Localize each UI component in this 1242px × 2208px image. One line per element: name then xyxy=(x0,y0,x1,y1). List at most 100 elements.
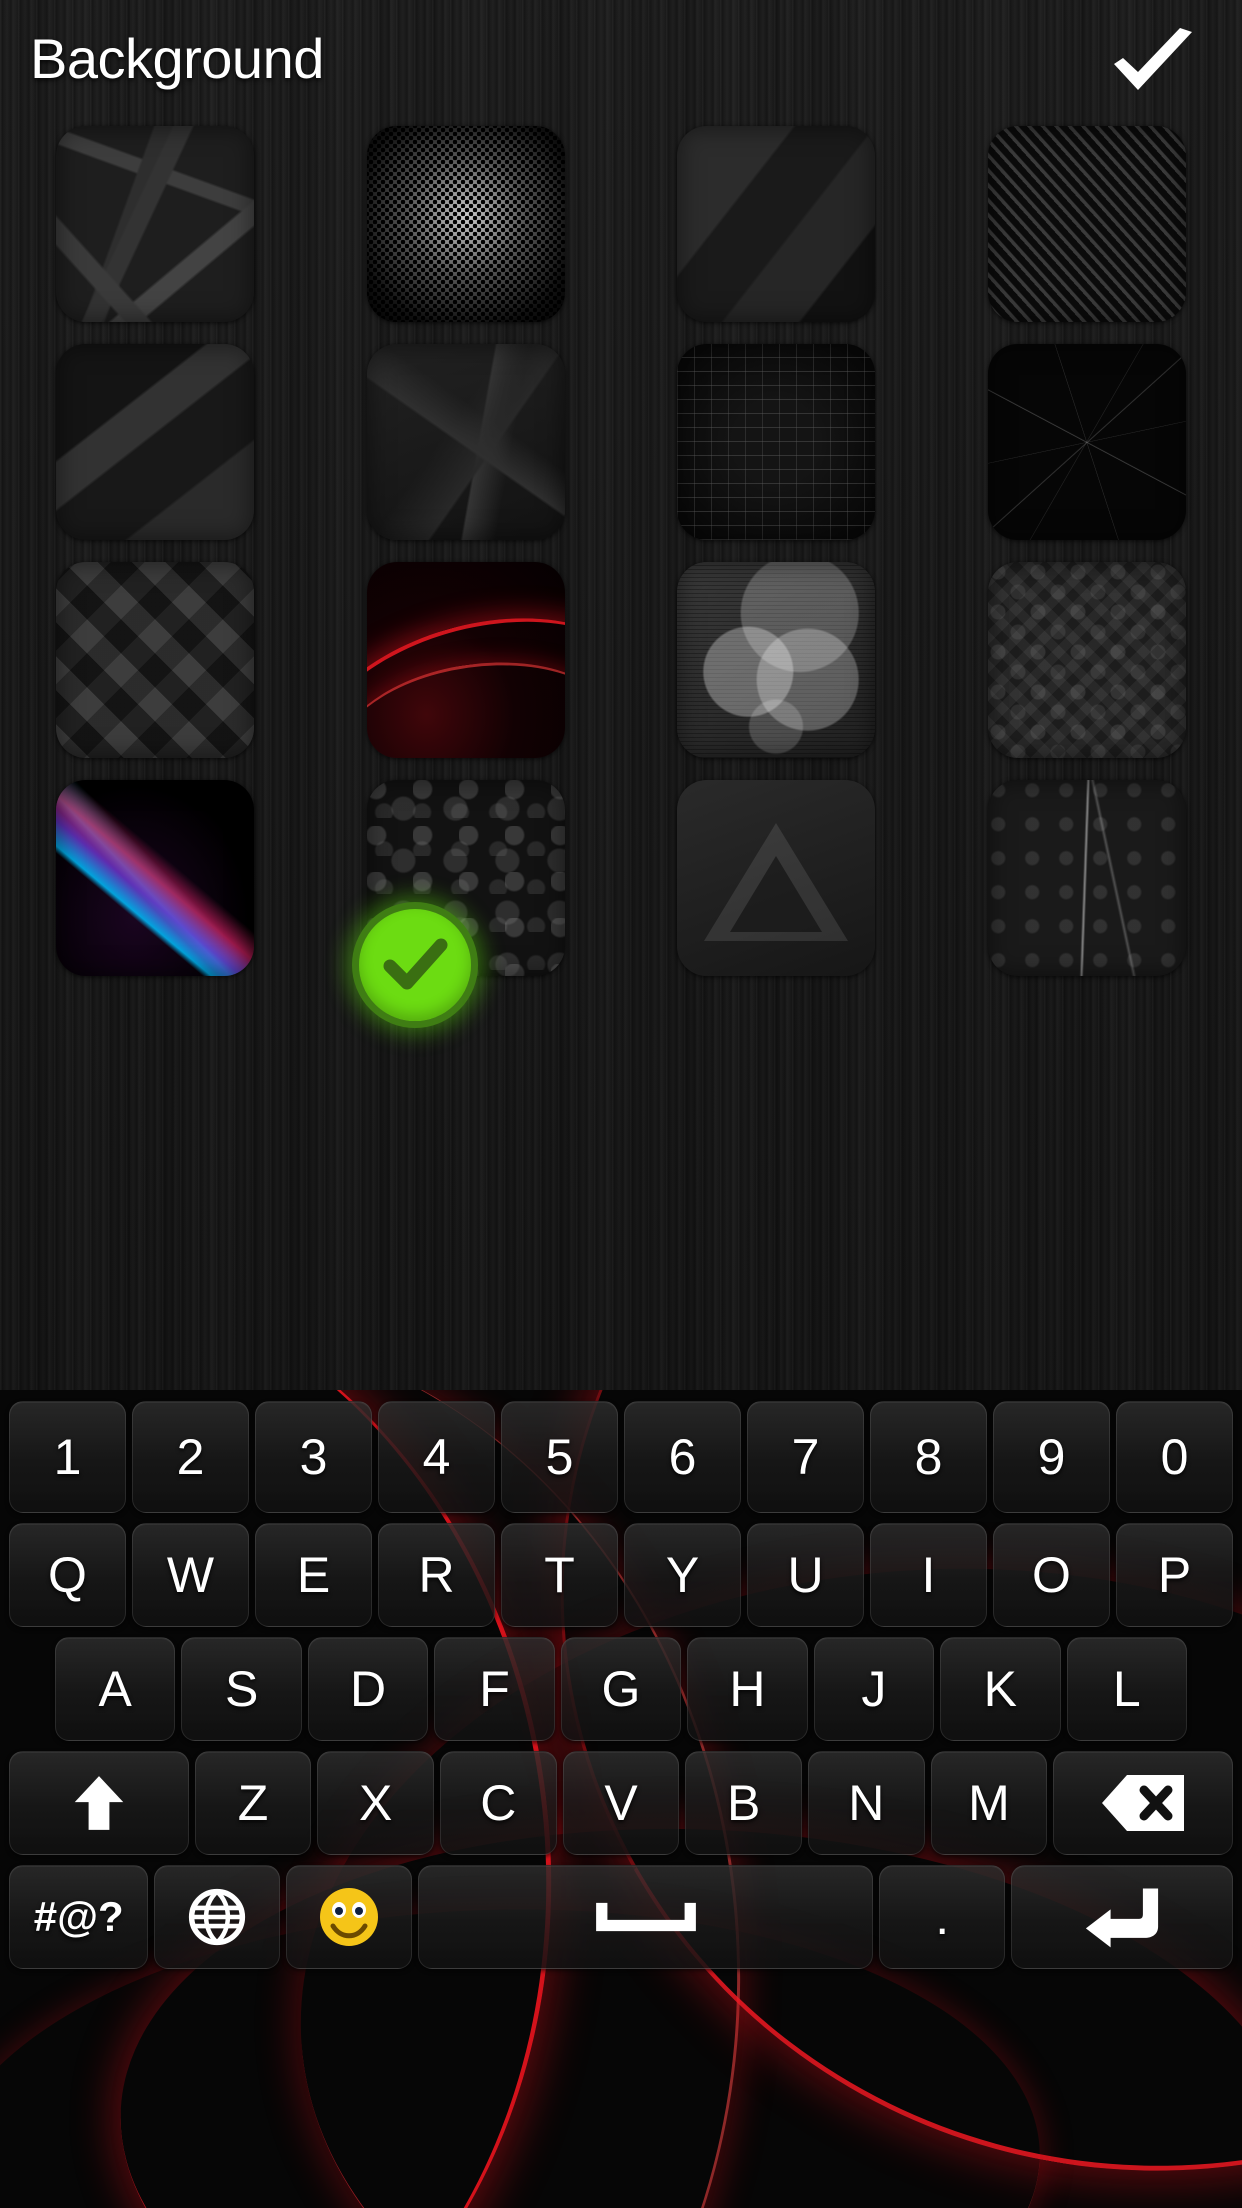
wallpaper-thumb-damask-diamond[interactable] xyxy=(987,562,1186,758)
key-period[interactable]: . xyxy=(879,1865,1006,1969)
wallpaper-cell[interactable] xyxy=(621,126,932,344)
wallpaper-cell[interactable] xyxy=(932,344,1242,562)
key-t[interactable]: T xyxy=(501,1523,618,1627)
key-3[interactable]: 3 xyxy=(255,1401,372,1513)
key-l-label: L xyxy=(1112,1661,1141,1717)
key-5-label: 5 xyxy=(545,1429,574,1485)
wallpaper-thumb-folded-paper[interactable] xyxy=(677,126,876,322)
key-y-label: Y xyxy=(665,1547,700,1603)
key-g[interactable]: G xyxy=(560,1637,682,1741)
wallpaper-cell[interactable] xyxy=(932,126,1242,344)
wallpaper-cell[interactable] xyxy=(621,344,932,562)
key-x-label: X xyxy=(359,1775,393,1831)
wallpaper-thumb-triangle-facets[interactable] xyxy=(56,562,255,758)
wallpaper-grid xyxy=(0,126,1242,1376)
key-r[interactable]: R xyxy=(378,1523,495,1627)
key-9[interactable]: 9 xyxy=(993,1401,1110,1513)
key-4-label: 4 xyxy=(422,1429,451,1485)
key-v-label: V xyxy=(604,1775,638,1831)
space-bar-icon xyxy=(595,1902,696,1932)
wallpaper-thumb-red-light-waves[interactable] xyxy=(366,562,565,758)
key-z[interactable]: Z xyxy=(194,1751,312,1855)
wallpaper-thumb-wire-web[interactable] xyxy=(987,344,1186,540)
key-7[interactable]: 7 xyxy=(747,1401,864,1513)
wallpaper-cell[interactable] xyxy=(932,562,1242,780)
key-i-label: I xyxy=(921,1547,936,1603)
key-e[interactable]: E xyxy=(255,1523,372,1627)
smiley-icon xyxy=(319,1888,378,1946)
wallpaper-thumb-diagonal-stripes[interactable] xyxy=(987,126,1186,322)
backspace-icon xyxy=(1102,1775,1185,1831)
key-n[interactable]: N xyxy=(808,1751,925,1855)
wallpaper-cell[interactable] xyxy=(0,562,311,780)
wallpaper-cell[interactable] xyxy=(621,780,932,998)
key-c[interactable]: C xyxy=(440,1751,557,1855)
wallpaper-thumb-dotted-mesh[interactable] xyxy=(366,126,565,322)
key-u[interactable]: U xyxy=(747,1523,864,1627)
wallpaper-thumb-slanted-planes[interactable] xyxy=(56,344,255,540)
key-m-label: M xyxy=(968,1775,1010,1831)
key-d[interactable]: D xyxy=(307,1637,429,1741)
key-l[interactable]: L xyxy=(1066,1637,1187,1741)
key-n-label: N xyxy=(848,1775,885,1831)
key-5[interactable]: 5 xyxy=(501,1401,618,1513)
key-s[interactable]: S xyxy=(181,1637,302,1741)
key-enter[interactable] xyxy=(1011,1865,1234,1969)
check-icon[interactable] xyxy=(1108,28,1198,100)
key-x[interactable]: X xyxy=(317,1751,435,1855)
wallpaper-cell[interactable] xyxy=(311,562,622,780)
wallpaper-thumb-bokeh-circles[interactable] xyxy=(677,562,876,758)
key-d-label: D xyxy=(350,1661,387,1717)
key-c-label: C xyxy=(480,1775,517,1831)
key-6[interactable]: 6 xyxy=(624,1401,741,1513)
wallpaper-cell[interactable] xyxy=(932,780,1242,998)
key-k[interactable]: K xyxy=(940,1637,1061,1741)
home-row: ASDFGHJK L xyxy=(0,1632,1242,1746)
header-bar: Background xyxy=(0,0,1242,118)
key-h[interactable]: H xyxy=(687,1637,808,1741)
key-y[interactable]: Y xyxy=(624,1523,741,1627)
qwerty-row: QWERTYU I O P xyxy=(0,1518,1242,1632)
key-r-label: R xyxy=(418,1547,455,1603)
key-space[interactable] xyxy=(417,1865,874,1969)
wallpaper-thumb-low-poly-crystal[interactable] xyxy=(366,344,565,540)
key-p-label: P xyxy=(1157,1547,1192,1603)
key-k-label: K xyxy=(983,1661,1017,1717)
key-shift[interactable] xyxy=(9,1751,189,1855)
key-f[interactable]: F xyxy=(434,1637,555,1741)
wallpaper-thumb-neon-ribbon[interactable] xyxy=(56,780,255,976)
key-symbols[interactable]: #@? xyxy=(9,1865,149,1969)
key-j[interactable]: J xyxy=(813,1637,935,1741)
key-0-label: 0 xyxy=(1160,1429,1189,1485)
wallpaper-cell[interactable] xyxy=(621,562,932,780)
key-a[interactable]: A xyxy=(55,1637,176,1741)
wallpaper-cell[interactable] xyxy=(311,344,622,562)
key-m[interactable]: M xyxy=(930,1751,1048,1855)
key-i[interactable]: I xyxy=(870,1523,987,1627)
key-8[interactable]: 8 xyxy=(870,1401,987,1513)
key-2[interactable]: 2 xyxy=(132,1401,249,1513)
key-backspace[interactable] xyxy=(1053,1751,1234,1855)
key-v[interactable]: V xyxy=(562,1751,680,1855)
wallpaper-cell[interactable] xyxy=(311,126,622,344)
key-o[interactable]: O xyxy=(993,1523,1110,1627)
key-0[interactable]: 0 xyxy=(1116,1401,1233,1513)
key-6-label: 6 xyxy=(668,1429,697,1485)
key-1[interactable]: 1 xyxy=(9,1401,126,1513)
wallpaper-thumb-abstract-ribbons[interactable] xyxy=(56,126,255,322)
wallpaper-cell[interactable] xyxy=(0,780,311,998)
wallpaper-cell[interactable] xyxy=(0,344,311,562)
wallpaper-thumb-triangle-logo[interactable] xyxy=(677,780,876,976)
key-b[interactable]: B xyxy=(685,1751,802,1855)
key-4[interactable]: 4 xyxy=(378,1401,495,1513)
key-q[interactable]: Q xyxy=(9,1523,126,1627)
wallpaper-thumb-circuit-board[interactable] xyxy=(677,344,876,540)
on-screen-keyboard: 1 2 3 4 5 6 7 8 9 0 Q W E R T Y U I O P A S D F G H J K L Z X C V B N M #@?. xyxy=(0,1390,1242,2208)
key-p[interactable]: P xyxy=(1116,1523,1233,1627)
wallpaper-cell[interactable] xyxy=(0,126,311,344)
key-emoji[interactable] xyxy=(286,1865,412,1969)
key-w[interactable]: W xyxy=(132,1523,249,1627)
wallpaper-thumb-cracked-texture[interactable] xyxy=(987,780,1186,976)
key-o-label: O xyxy=(1032,1547,1071,1603)
key-language[interactable] xyxy=(154,1865,281,1969)
